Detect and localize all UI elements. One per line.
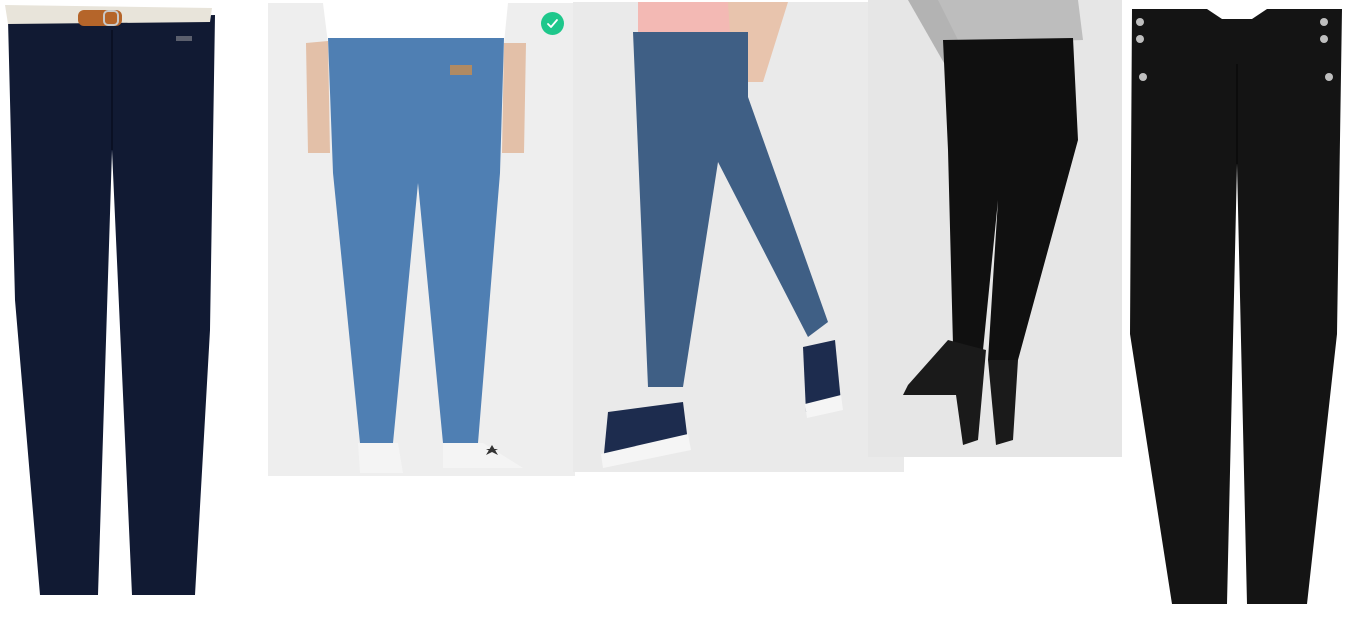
belt-tab — [78, 10, 122, 26]
black-button-pants-illustration — [1130, 9, 1342, 604]
navy-chino-illustration — [5, 5, 215, 595]
product-image-black-skinny-pants[interactable] — [868, 0, 1122, 457]
product-image-mid-blue-jeans[interactable] — [573, 2, 904, 472]
mid-blue-jeans-illustration — [573, 2, 904, 472]
black-skinny-pants-illustration — [868, 0, 1122, 457]
selected-check-icon[interactable] — [541, 12, 564, 35]
product-image-black-button-pants[interactable] — [1122, 4, 1357, 617]
product-image-light-blue-jeans[interactable] — [268, 3, 575, 476]
light-blue-jeans-illustration — [268, 3, 575, 476]
product-image-navy-chino[interactable] — [0, 0, 225, 617]
